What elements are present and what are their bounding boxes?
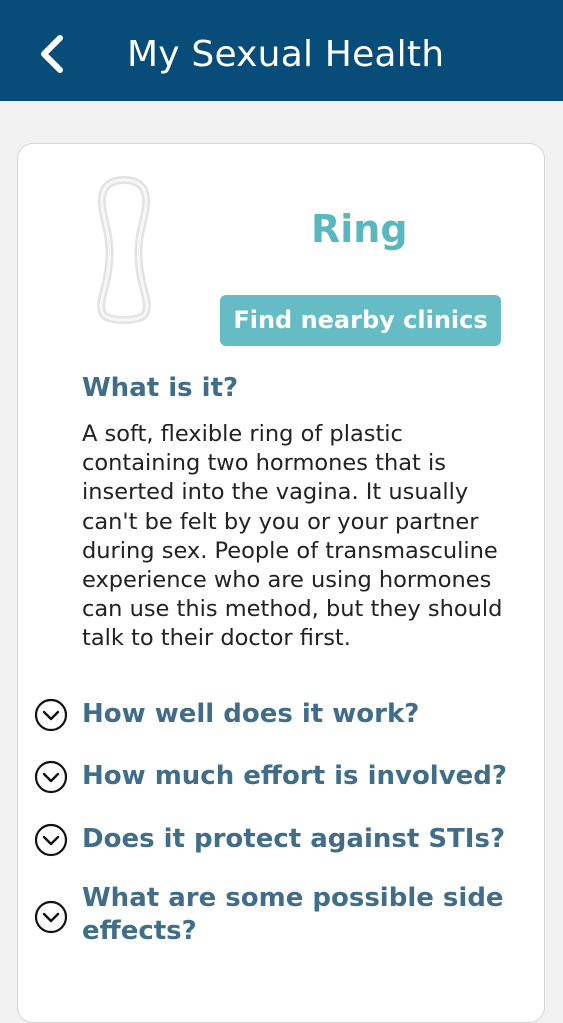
page-title: My Sexual Health: [127, 34, 445, 75]
chevron-down-circle-icon: [34, 823, 68, 857]
chevron-down-circle-icon: [34, 698, 68, 732]
find-clinics-button[interactable]: Find nearby clinics: [220, 295, 501, 346]
method-description: A soft, flexible ring of plastic contain…: [82, 421, 503, 652]
accordion-label: How much effort is involved?: [82, 761, 507, 791]
chevron-down-circle-icon: [34, 760, 68, 794]
accordion-label: How well does it work?: [82, 699, 420, 729]
back-button[interactable]: [30, 30, 74, 78]
app-header: My Sexual Health: [0, 0, 563, 101]
chevron-left-icon: [41, 35, 63, 73]
contraceptive-ring-image: [97, 175, 151, 324]
section-heading-what-is-it: What is it?: [82, 373, 239, 403]
accordion-label: What are some possible side effects?: [82, 883, 504, 946]
chevron-down-circle-icon: [34, 900, 68, 934]
method-title: Ring: [311, 207, 408, 251]
accordion-label: Does it protect against STIs?: [82, 824, 506, 854]
